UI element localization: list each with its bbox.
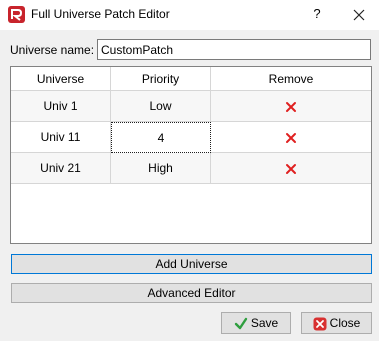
- universe-cell[interactable]: Univ 11: [11, 122, 111, 153]
- priority-cell-focused[interactable]: 4: [111, 122, 211, 153]
- close-circle-icon: [313, 317, 327, 331]
- remove-x-icon[interactable]: [285, 132, 297, 144]
- table-row: Univ 1 Low: [11, 91, 371, 122]
- universe-table: Universe Priority Remove Univ 1 Low Univ…: [10, 66, 372, 244]
- universe-name-label: Universe name:: [10, 43, 95, 57]
- add-universe-button[interactable]: Add Universe: [11, 254, 372, 274]
- remove-x-icon[interactable]: [285, 101, 297, 113]
- help-button[interactable]: ?: [308, 4, 326, 24]
- remove-x-icon[interactable]: [285, 163, 297, 175]
- window-title: Full Universe Patch Editor: [31, 7, 170, 21]
- window-close-button[interactable]: [349, 4, 369, 24]
- save-button-label: Save: [250, 316, 279, 330]
- close-button[interactable]: Close: [301, 312, 372, 334]
- table-row: Univ 11 4: [11, 122, 371, 153]
- remove-cell[interactable]: [211, 91, 371, 122]
- close-icon: [353, 9, 365, 21]
- close-button-label: Close: [329, 316, 361, 330]
- priority-cell[interactable]: High: [111, 153, 211, 184]
- checkmark-icon: [234, 317, 248, 330]
- column-header-remove[interactable]: Remove: [211, 67, 371, 91]
- app-logo-icon: [8, 6, 25, 23]
- table-row: Univ 21 High: [11, 153, 371, 184]
- remove-cell[interactable]: [211, 122, 371, 153]
- priority-cell[interactable]: Low: [111, 91, 211, 122]
- universe-name-input[interactable]: [97, 39, 371, 60]
- column-header-universe[interactable]: Universe: [11, 67, 111, 91]
- universe-cell[interactable]: Univ 21: [11, 153, 111, 184]
- save-button[interactable]: Save: [221, 312, 291, 334]
- advanced-editor-button[interactable]: Advanced Editor: [11, 283, 372, 303]
- column-header-priority[interactable]: Priority: [111, 67, 211, 91]
- universe-cell[interactable]: Univ 1: [11, 91, 111, 122]
- remove-cell[interactable]: [211, 153, 371, 184]
